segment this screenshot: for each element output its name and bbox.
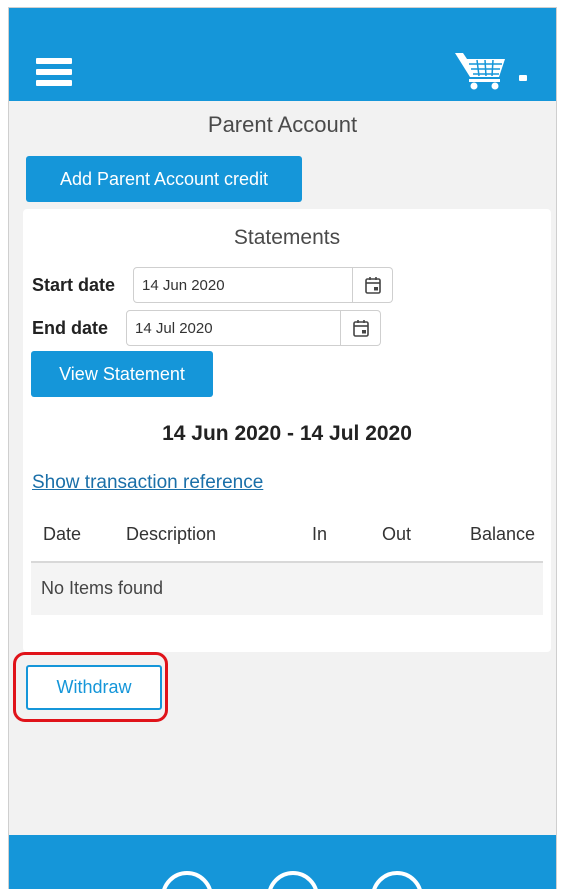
statement-range: 14 Jun 2020 - 14 Jul 2020 <box>162 422 412 445</box>
column-header-balance: Balance <box>470 524 536 544</box>
start-date-label: Start date <box>32 275 116 295</box>
empty-message: No Items found <box>41 578 164 598</box>
statements-card: Statements Start date End date View S <box>23 209 551 652</box>
column-header-in: In <box>312 524 328 544</box>
email-icon[interactable] <box>371 871 423 889</box>
column-header-date: Date <box>43 524 82 544</box>
top-bar <box>9 8 556 101</box>
statements-title: Statements <box>233 226 341 249</box>
start-date-input[interactable] <box>133 267 353 303</box>
twitter-icon[interactable] <box>161 871 213 889</box>
caret-down-icon[interactable] <box>519 75 527 81</box>
page-title: Parent Account <box>207 112 358 137</box>
column-header-out: Out <box>382 524 412 544</box>
view-statement-button[interactable]: View Statement <box>31 351 213 397</box>
facebook-icon[interactable] <box>267 871 319 889</box>
end-date-input[interactable] <box>126 310 341 346</box>
hamburger-menu-icon[interactable] <box>36 58 76 94</box>
calendar-icon[interactable] <box>341 310 381 346</box>
withdraw-button[interactable]: Withdraw <box>26 665 162 710</box>
show-transaction-reference-link[interactable]: Show transaction reference <box>32 472 263 494</box>
shopping-cart-icon[interactable] <box>453 51 513 91</box>
column-header-description: Description <box>126 524 217 544</box>
app-screen: Parent Account Add Parent Account credit… <box>8 7 557 889</box>
end-date-label: End date <box>32 318 109 338</box>
table-row: No Items found <box>31 563 543 615</box>
footer <box>9 835 556 889</box>
add-credit-button[interactable]: Add Parent Account credit <box>26 156 302 202</box>
calendar-icon[interactable] <box>353 267 393 303</box>
